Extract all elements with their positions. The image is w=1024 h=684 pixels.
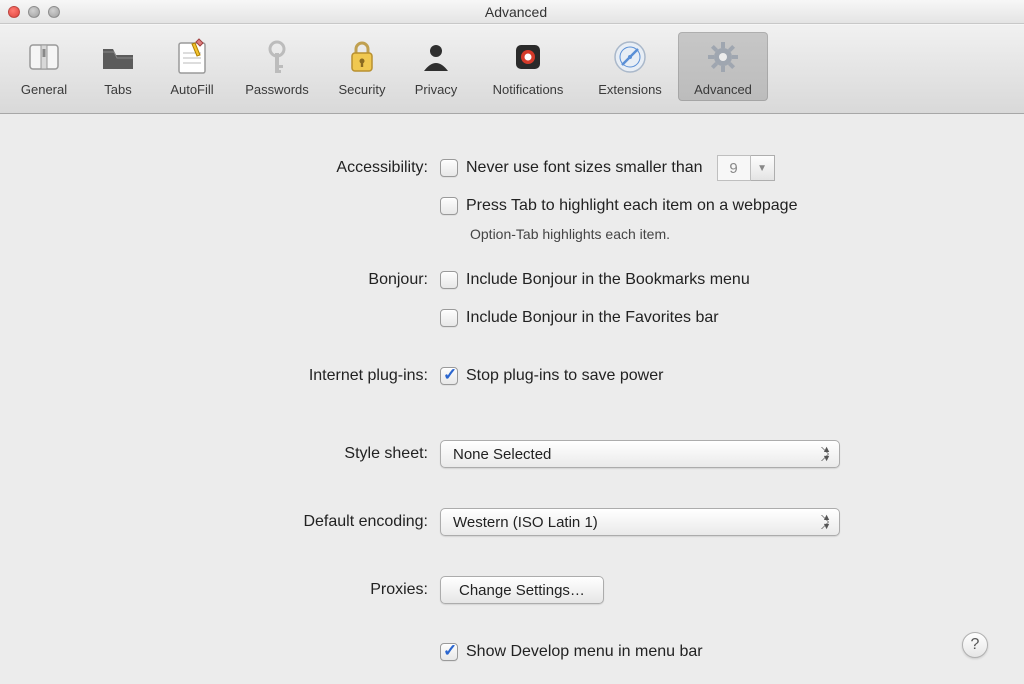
toolbar-extensions[interactable]: Extensions bbox=[584, 32, 676, 101]
show-develop-text: Show Develop menu in menu bar bbox=[466, 643, 703, 661]
zoom-button[interactable] bbox=[48, 6, 60, 18]
help-button[interactable]: ? bbox=[962, 632, 988, 658]
change-settings-button[interactable]: Change Settings… bbox=[440, 576, 604, 604]
minimize-button[interactable] bbox=[28, 6, 40, 18]
toolbar-general-label: General bbox=[8, 82, 80, 97]
press-tab-text: Press Tab to highlight each item on a we… bbox=[466, 197, 797, 215]
toolbar-advanced-label: Advanced bbox=[678, 82, 768, 97]
close-button[interactable] bbox=[8, 6, 20, 18]
toolbar: General Tabs AutoFill bbox=[0, 24, 1024, 114]
font-size-stepper[interactable]: ▼ bbox=[751, 155, 775, 181]
bonjour-bookmarks-text: Include Bonjour in the Bookmarks menu bbox=[466, 271, 750, 289]
toolbar-extensions-label: Extensions bbox=[584, 82, 676, 97]
change-settings-text: Change Settings… bbox=[459, 582, 585, 599]
press-tab-hint: Option-Tab highlights each item. bbox=[440, 226, 984, 242]
stylesheet-label: Style sheet: bbox=[40, 445, 440, 463]
privacy-icon bbox=[415, 36, 457, 78]
bonjour-favorites-text: Include Bonjour in the Favorites bar bbox=[466, 309, 719, 327]
toolbar-general[interactable]: General bbox=[8, 32, 80, 101]
accessibility-label: Accessibility: bbox=[40, 159, 440, 177]
advanced-icon bbox=[702, 36, 744, 78]
stylesheet-select[interactable]: None Selected ▲▼ bbox=[440, 440, 840, 468]
show-develop-checkbox[interactable] bbox=[440, 643, 458, 661]
bonjour-bookmarks-checkbox[interactable] bbox=[440, 271, 458, 289]
autofill-icon bbox=[171, 36, 213, 78]
stop-plugins-text: Stop plug-ins to save power bbox=[466, 367, 663, 385]
tabs-icon bbox=[97, 36, 139, 78]
toolbar-autofill-label: AutoFill bbox=[156, 82, 228, 97]
general-icon bbox=[23, 36, 65, 78]
content: Accessibility: Never use font sizes smal… bbox=[0, 114, 1024, 684]
plugins-label: Internet plug-ins: bbox=[40, 367, 440, 385]
extensions-icon bbox=[609, 36, 651, 78]
proxies-label: Proxies: bbox=[40, 581, 440, 599]
toolbar-privacy-label: Privacy bbox=[400, 82, 472, 97]
encoding-value: Western (ISO Latin 1) bbox=[453, 514, 598, 531]
passwords-icon bbox=[256, 36, 298, 78]
security-icon bbox=[341, 36, 383, 78]
stylesheet-value: None Selected bbox=[453, 446, 551, 463]
toolbar-notifications-label: Notifications bbox=[474, 82, 582, 97]
font-size-input[interactable] bbox=[717, 155, 751, 181]
toolbar-notifications[interactable]: Notifications bbox=[474, 32, 582, 101]
titlebar: Advanced bbox=[0, 0, 1024, 24]
never-use-font-sizes-checkbox[interactable] bbox=[440, 159, 458, 177]
window-title: Advanced bbox=[485, 4, 547, 20]
never-use-font-sizes-text: Never use font sizes smaller than bbox=[466, 159, 703, 177]
stop-plugins-checkbox[interactable] bbox=[440, 367, 458, 385]
toolbar-passwords-label: Passwords bbox=[230, 82, 324, 97]
help-icon: ? bbox=[971, 636, 980, 654]
toolbar-tabs[interactable]: Tabs bbox=[82, 32, 154, 101]
toolbar-autofill[interactable]: AutoFill bbox=[156, 32, 228, 101]
toolbar-security[interactable]: Security bbox=[326, 32, 398, 101]
window-controls bbox=[8, 6, 60, 18]
toolbar-advanced[interactable]: Advanced bbox=[678, 32, 768, 101]
bonjour-label: Bonjour: bbox=[40, 271, 440, 289]
press-tab-checkbox[interactable] bbox=[440, 197, 458, 215]
toolbar-privacy[interactable]: Privacy bbox=[400, 32, 472, 101]
encoding-select[interactable]: Western (ISO Latin 1) ▲▼ bbox=[440, 508, 840, 536]
bonjour-favorites-checkbox[interactable] bbox=[440, 309, 458, 327]
toolbar-passwords[interactable]: Passwords bbox=[230, 32, 324, 101]
toolbar-tabs-label: Tabs bbox=[82, 82, 154, 97]
encoding-label: Default encoding: bbox=[40, 513, 440, 531]
toolbar-security-label: Security bbox=[326, 82, 398, 97]
notifications-icon bbox=[507, 36, 549, 78]
